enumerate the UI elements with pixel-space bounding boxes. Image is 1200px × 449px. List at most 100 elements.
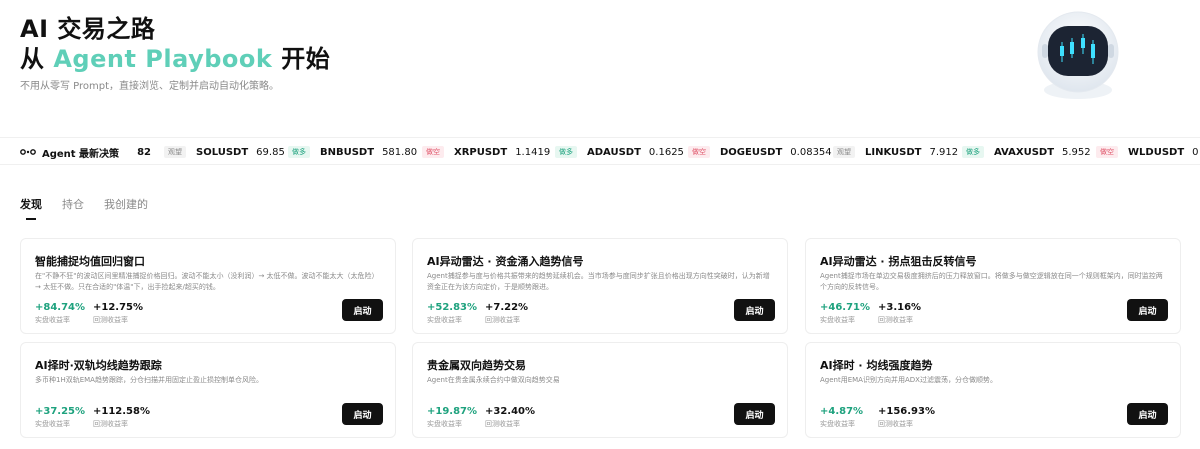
live-return-value: +52.83% [427, 302, 478, 313]
ticker-item[interactable]: 做空 XRPUSDT 1.1419 [422, 138, 551, 164]
live-return: +84.74% 实盘收益率 [35, 301, 85, 325]
card-title: AI择时·双轨均线趋势跟踪 [35, 359, 162, 372]
ticker-lead-count: 82 [137, 146, 151, 158]
hero-title-accent: Agent Playbook [53, 45, 273, 73]
live-return-label: 实盘收益率 [35, 316, 70, 324]
hero-title-line2: 从 Agent Playbook 开始 [20, 44, 920, 74]
backtest-return: +12.75% 回测收益率 [93, 301, 143, 325]
backtest-return-value: +3.16% [878, 302, 922, 313]
ticker-symbol: DOGEUSDT [720, 146, 783, 158]
backtest-return: +156.93% 回测收益率 [878, 405, 935, 429]
ticker-symbol: LINKUSDT [865, 146, 922, 158]
card-description: Agent捕捉参与度与价格共振带来的趋势延续机会。当市场参与度同步扩张且价格出现… [427, 272, 770, 291]
live-return: +37.25% 实盘收益率 [35, 405, 85, 429]
ticker-price: 0 [1192, 146, 1199, 158]
decision-badge: 做空 [1096, 146, 1118, 158]
backtest-return: +112.58% 回测收益率 [93, 405, 150, 429]
ticker-price: 69.85 [256, 146, 285, 158]
strategy-card[interactable]: 贵金属双向趋势交易 Agent在贵金属永续合约中做双向趋势交易 +19.87% … [412, 342, 788, 438]
ticker-price: 581.80 [382, 146, 418, 158]
backtest-return: +32.40% 回测收益率 [485, 405, 535, 429]
start-button[interactable]: 启动 [342, 299, 383, 321]
decision-badge: 做空 [422, 146, 444, 158]
ticker-symbol: WLDUSDT [1128, 146, 1185, 158]
backtest-return-value: +156.93% [878, 406, 935, 417]
ticker-price: 5.952 [1062, 146, 1091, 158]
card-title: AI异动雷达 · 拐点狙击反转信号 [820, 255, 977, 268]
hero-title-suffix: 开始 [272, 45, 331, 73]
backtest-return-label: 回测收益率 [93, 420, 128, 428]
tab-my-created[interactable]: 我创建的 [104, 196, 148, 222]
agent-link-icon [20, 149, 36, 155]
live-return-value: +19.87% [427, 406, 478, 417]
ticker-item[interactable]: 做空 DOGEUSDT 0.08354 [688, 138, 832, 164]
card-title: 智能捕捉均值回归窗口 [35, 255, 145, 268]
card-description: Agent捕捉市场在单边交易极度拥挤后的压力释放窗口。将做多与做空逻辑放在同一个… [820, 272, 1163, 291]
start-button[interactable]: 启动 [734, 299, 775, 321]
live-return-label: 实盘收益率 [35, 420, 70, 428]
decision-badge: 做多 [288, 146, 310, 158]
backtest-return-label: 回测收益率 [93, 316, 128, 324]
decision-badge: 观望 [833, 146, 855, 158]
card-title: AI异动雷达 · 资金涌入趋势信号 [427, 255, 584, 268]
ticker-symbol: SOLUSDT [196, 146, 249, 158]
tab-positions[interactable]: 持仓 [62, 196, 84, 222]
live-return-label: 实盘收益率 [820, 420, 855, 428]
ticker-item[interactable]: 做空 WLDUSDT 0 [1096, 138, 1199, 164]
live-return-label: 实盘收益率 [820, 316, 855, 324]
card-description: 多币种1H双轨EMA趋势跟踪，分仓扫描并用固定止盈止损控制单仓风险。 [35, 376, 263, 384]
ticker-symbol: AVAXUSDT [994, 146, 1055, 158]
backtest-return: +3.16% 回测收益率 [878, 301, 921, 325]
backtest-return-value: +12.75% [93, 302, 144, 313]
backtest-return-label: 回测收益率 [878, 420, 913, 428]
ticker-item[interactable]: 观望 LINKUSDT 7.912 [833, 138, 959, 164]
ticker-lead: Agent 最新决策 82 [20, 138, 151, 164]
strategy-card[interactable]: AI择时 · 均线强度趋势 Agent用EMA识别方向并用ADX过滤震荡，分仓做… [805, 342, 1181, 438]
ticker-item[interactable]: 观望 SOLUSDT 69.85 [164, 138, 285, 164]
live-return-label: 实盘收益率 [427, 420, 462, 428]
ticker-symbol: BNBUSDT [320, 146, 375, 158]
card-description: Agent在贵金属永续合约中做双向趋势交易 [427, 376, 560, 384]
card-title: AI择时 · 均线强度趋势 [820, 359, 933, 372]
start-button[interactable]: 启动 [1127, 403, 1168, 425]
strategy-card[interactable]: AI异动雷达 · 拐点狙击反转信号 Agent捕捉市场在单边交易极度拥挤后的压力… [805, 238, 1181, 334]
backtest-return-label: 回测收益率 [878, 316, 913, 324]
live-return-label: 实盘收益率 [427, 316, 462, 324]
ticker-symbol: XRPUSDT [454, 146, 508, 158]
decision-badge: 观望 [164, 146, 186, 158]
backtest-return-label: 回测收益率 [485, 316, 520, 324]
decision-badge: 做多 [962, 146, 984, 158]
robot-mascot-icon [1037, 11, 1119, 99]
backtest-return-value: +32.40% [485, 406, 536, 417]
card-description: Agent用EMA识别方向并用ADX过滤震荡，分仓做顺势。 [820, 376, 997, 384]
ticker-item[interactable]: 做多 BNBUSDT 581.80 [288, 138, 418, 164]
tab-discover[interactable]: 发现 [20, 196, 42, 222]
ticker-item[interactable]: 做多 ADAUSDT 0.1625 [555, 138, 684, 164]
ticker-item[interactable]: 做多 AVAXUSDT 5.952 [962, 138, 1091, 164]
decision-badge: 做多 [555, 146, 577, 158]
strategy-card[interactable]: AI择时·双轨均线趋势跟踪 多币种1H双轨EMA趋势跟踪，分仓扫描并用固定止盈止… [20, 342, 396, 438]
card-description: 在"不静不狂"的波动区间里精准捕捉价格回归。波动不能太小（没利润）→ 太低不做。… [35, 272, 379, 291]
hero-subtitle: 不用从零写 Prompt，直接浏览、定制并启动自动化策略。 [20, 81, 280, 92]
backtest-return: +7.22% 回测收益率 [485, 301, 528, 325]
live-return: +52.83% 实盘收益率 [427, 301, 477, 325]
strategy-card[interactable]: 智能捕捉均值回归窗口 在"不静不狂"的波动区间里精准捕捉价格回归。波动不能太小（… [20, 238, 396, 334]
live-return-value: +4.87% [820, 406, 864, 417]
strategy-card[interactable]: AI异动雷达 · 资金涌入趋势信号 Agent捕捉参与度与价格共振带来的趋势延续… [412, 238, 788, 334]
ticker-price: 0.1625 [648, 146, 684, 158]
live-return-value: +37.25% [35, 406, 86, 417]
start-button[interactable]: 启动 [342, 403, 383, 425]
ticker-lead-label: Agent 最新决策 [42, 148, 120, 160]
start-button[interactable]: 启动 [1127, 299, 1168, 321]
backtest-return-value: +112.58% [93, 406, 150, 417]
hero-section: AI 交易之路 从 Agent Playbook 开始 不用从零写 Prompt… [20, 14, 920, 94]
backtest-return-label: 回测收益率 [485, 420, 520, 428]
start-button[interactable]: 启动 [734, 403, 775, 425]
ticker-price: 7.912 [929, 146, 959, 158]
hero-title-line1: AI 交易之路 [20, 15, 156, 43]
live-return-value: +46.71% [820, 302, 871, 313]
ticker-price: 1.1419 [515, 146, 551, 158]
ticker-symbol: ADAUSDT [587, 146, 641, 158]
ticker-price: 0.08354 [790, 146, 832, 158]
live-return-value: +84.74% [35, 302, 86, 313]
